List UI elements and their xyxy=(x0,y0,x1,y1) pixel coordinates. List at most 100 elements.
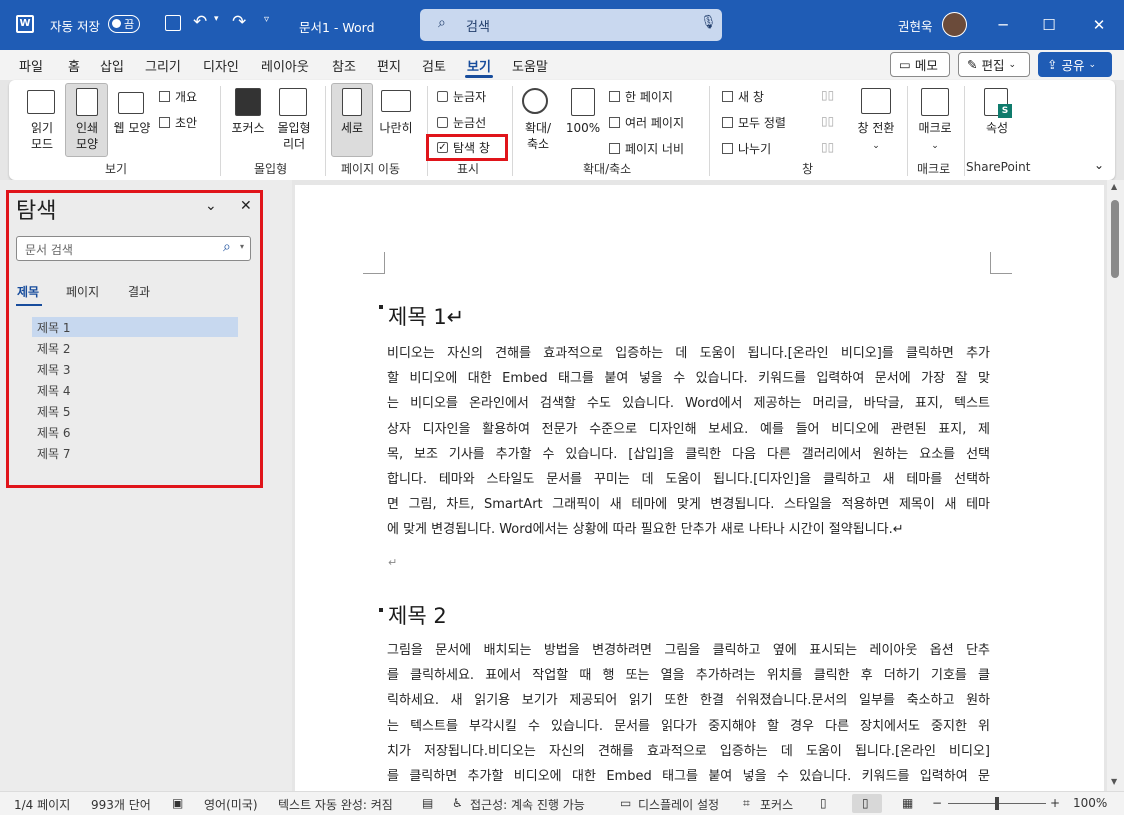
close-button[interactable]: ✕ xyxy=(1076,0,1122,50)
avatar[interactable] xyxy=(942,12,967,37)
tab-view[interactable]: 보기 xyxy=(465,56,493,78)
search-icon[interactable]: ⌕ xyxy=(223,239,231,255)
heading-item-2[interactable]: 제목 2 xyxy=(32,338,238,358)
autosave-toggle[interactable]: 끔 xyxy=(108,15,140,33)
ruler-checkbox[interactable]: 눈금자 xyxy=(437,88,486,105)
zoom-out-icon[interactable]: − xyxy=(932,796,942,810)
microphone-icon[interactable]: 🎙 xyxy=(700,15,717,30)
tab-results[interactable]: 결과 xyxy=(128,283,150,300)
para1-line: 비디오는 자신의 견해를 효과적으로 입증하는 데 도움이 됩니다.[온라인 비… xyxy=(387,346,990,361)
chevron-down-icon[interactable]: ▾ xyxy=(240,242,244,251)
minimize-button[interactable]: ─ xyxy=(980,0,1026,50)
vertical-label: 세로 xyxy=(340,121,364,135)
vertical-scrollbar[interactable]: ▲ ▼ xyxy=(1107,180,1124,791)
tab-review[interactable]: 검토 xyxy=(422,56,446,75)
macro-button[interactable]: 매크로 ⌄ xyxy=(911,120,959,154)
web-layout-icon[interactable]: ▦ xyxy=(902,796,913,810)
word-app-icon[interactable]: W xyxy=(16,15,34,33)
nav-pane-checkbox[interactable]: ✓ 탐색 창 xyxy=(437,139,490,156)
scroll-up-icon[interactable]: ▲ xyxy=(1111,182,1117,191)
search-box[interactable]: ⌕ 검색 🎙 xyxy=(420,9,722,41)
heading-item-3[interactable]: 제목 3 xyxy=(32,359,238,379)
customize-qat-icon[interactable]: ▿ xyxy=(264,14,269,25)
reset-position-icon[interactable]: ▯▯ xyxy=(821,140,834,154)
draft-icon xyxy=(159,117,170,128)
heading-item-6[interactable]: 제목 6 xyxy=(32,422,238,442)
tab-headings[interactable]: 제목 xyxy=(17,283,39,300)
para1-line: 에 맞게 변경됩니다. Word에서는 상황에 따라 필요한 단추가 새로 나타… xyxy=(387,522,904,538)
proofing-icon[interactable]: ▣ xyxy=(172,796,183,810)
zoom-slider-thumb[interactable] xyxy=(995,797,999,810)
macro-record-icon[interactable]: ▤ xyxy=(422,796,433,810)
zoom-in-icon[interactable]: + xyxy=(1050,796,1060,810)
tab-layout[interactable]: 레이아웃 xyxy=(261,56,309,75)
tab-mailings[interactable]: 편지 xyxy=(377,56,401,75)
redo-icon[interactable]: ↷ xyxy=(232,12,246,32)
heading-item-5[interactable]: 제목 5 xyxy=(32,401,238,421)
undo-icon[interactable]: ↶ xyxy=(193,12,207,32)
tab-draw[interactable]: 그리기 xyxy=(145,56,181,75)
arrange-all-button[interactable]: 모두 정렬 xyxy=(722,114,786,131)
maximize-button[interactable]: ☐ xyxy=(1026,0,1072,50)
heading-item-4[interactable]: 제목 4 xyxy=(32,380,238,400)
comment-icon: ▭ xyxy=(899,57,911,72)
multi-page-label: 여러 페이지 xyxy=(625,116,685,130)
nav-pane-close-icon[interactable]: ✕ xyxy=(240,198,252,214)
gridlines-check-icon xyxy=(437,117,448,128)
sharepoint-icon: S xyxy=(998,104,1012,118)
web-layout-button[interactable]: 웹 모양 xyxy=(110,120,154,136)
new-window-button[interactable]: 새 창 xyxy=(722,88,764,105)
paragraph-2[interactable]: 그림을 문서에 배치되는 방법을 변경하려면 그림을 클릭하고 옆에 표시되는 … xyxy=(387,638,990,789)
tab-design[interactable]: 디자인 xyxy=(203,56,239,75)
collapse-ribbon-icon[interactable]: ⌄ xyxy=(1094,158,1104,172)
word-count[interactable]: 993개 단어 xyxy=(91,796,151,813)
read-mode-icon[interactable]: ▯ xyxy=(820,796,827,810)
paragraph-1[interactable]: 비디오는 자신의 견해를 효과적으로 입증하는 데 도움이 됩니다.[온라인 비… xyxy=(387,341,990,543)
page-count[interactable]: 1/4 페이지 xyxy=(14,796,70,813)
nav-pane-options-icon[interactable]: ⌄ xyxy=(205,198,217,214)
undo-dropdown-icon[interactable]: ▾ xyxy=(214,14,219,24)
focus-button[interactable]: 포커스 xyxy=(229,120,267,136)
tab-references[interactable]: 참조 xyxy=(332,56,356,75)
accessibility-status[interactable]: 접근성: 계속 진행 가능 xyxy=(470,796,585,813)
memo-button[interactable]: ▭ 메모 xyxy=(890,52,950,77)
split-button[interactable]: 나누기 xyxy=(722,140,771,157)
edit-button[interactable]: ✎ 편집 ⌄ xyxy=(958,52,1030,77)
page-width-button[interactable]: 페이지 너비 xyxy=(609,140,684,157)
focus-mode[interactable]: 포커스 xyxy=(760,796,793,813)
page-corner-mark xyxy=(990,252,1012,274)
save-icon[interactable] xyxy=(165,15,181,31)
side-by-side-button[interactable]: 나란히 xyxy=(375,120,417,136)
multi-page-button[interactable]: 여러 페이지 xyxy=(609,114,684,131)
sync-scroll-icon[interactable]: ▯▯ xyxy=(821,114,834,128)
zoom-100-button[interactable]: 100% xyxy=(563,120,603,136)
document-search-input[interactable]: 문서 검색 ⌕ ▾ xyxy=(16,236,251,261)
tab-home[interactable]: 홈 xyxy=(68,56,80,75)
switch-windows-button[interactable]: 창 전환 ⌄ xyxy=(851,120,901,154)
properties-button[interactable]: 속성 xyxy=(977,120,1017,136)
share-button[interactable]: ⇪ 공유 ⌄ xyxy=(1038,52,1112,77)
tab-insert[interactable]: 삽입 xyxy=(100,56,124,75)
outline-button[interactable]: 개요 xyxy=(159,88,197,105)
heading-item-7[interactable]: 제목 7 xyxy=(32,443,238,463)
separator xyxy=(512,86,513,176)
zoom-button[interactable]: 확대/축소 xyxy=(519,120,557,152)
view-side-by-side-icon[interactable]: ▯▯ xyxy=(821,88,834,102)
scroll-thumb[interactable] xyxy=(1111,200,1119,278)
scroll-down-icon[interactable]: ▼ xyxy=(1111,777,1117,786)
immersive-reader-button[interactable]: 몰입형 리더 xyxy=(274,120,314,152)
display-settings[interactable]: 디스플레이 설정 xyxy=(638,796,719,813)
zoom-level[interactable]: 100% xyxy=(1073,796,1107,810)
language[interactable]: 영어(미국) xyxy=(204,796,258,813)
tab-help[interactable]: 도움말 xyxy=(512,56,548,75)
read-mode-button[interactable]: 읽기 모드 xyxy=(25,120,59,152)
draft-button[interactable]: 초안 xyxy=(159,114,197,131)
one-page-button[interactable]: 한 페이지 xyxy=(609,88,673,105)
gridlines-checkbox[interactable]: 눈금선 xyxy=(437,114,486,131)
text-predictions[interactable]: 텍스트 자동 완성: 켜짐 xyxy=(278,796,393,813)
heading-item-1[interactable]: 제목 1 xyxy=(32,317,238,337)
tab-pages[interactable]: 페이지 xyxy=(66,283,99,300)
para1-line: 면 그림, 차트, SmartArt 그래픽이 새 테마에 맞게 변경됩니다. … xyxy=(387,497,990,513)
tab-file[interactable]: 파일 xyxy=(19,56,43,75)
para1-line: 할 비디오에 대한 Embed 태그를 붙여 넣을 수 있습니다. 키워드를 입… xyxy=(387,371,990,387)
